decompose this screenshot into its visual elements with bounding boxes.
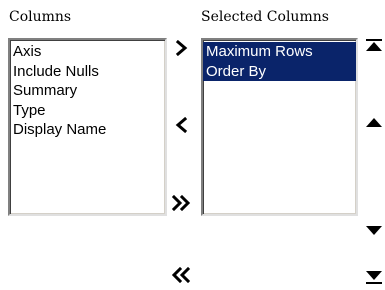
move-to-bottom-button[interactable] (366, 271, 382, 284)
move-up-button[interactable] (366, 118, 382, 128)
move-down-icon (366, 226, 382, 235)
available-column-item[interactable]: Include Nulls (10, 62, 165, 82)
selected-column-item[interactable]: Order By (203, 61, 356, 81)
available-column-item[interactable]: Display Name (10, 120, 165, 140)
available-column-item[interactable]: Type (10, 101, 165, 121)
available-column-item[interactable]: Axis (10, 42, 165, 62)
chevron-left-icon (175, 117, 187, 133)
move-up-icon (366, 118, 382, 127)
selected-column-item[interactable]: Maximum Rows (203, 42, 356, 62)
move-down-button[interactable] (366, 226, 382, 236)
selected-columns-heading: Selected Columns (201, 9, 329, 25)
move-to-top-button[interactable] (366, 39, 382, 53)
chevron-right-icon (176, 40, 188, 56)
double-chevron-left-icon (172, 267, 191, 283)
add-all-columns-button[interactable] (172, 195, 192, 211)
remove-all-columns-button[interactable] (172, 267, 192, 283)
available-column-item[interactable]: Summary (10, 81, 165, 101)
available-columns-listbox[interactable]: Axis Include Nulls Summary Type Display … (8, 38, 167, 216)
move-to-bottom-icon (366, 271, 382, 284)
add-column-button[interactable] (176, 40, 188, 56)
move-to-top-icon (366, 39, 382, 51)
available-columns-heading: Columns (9, 9, 72, 25)
double-chevron-right-icon (172, 195, 191, 211)
remove-column-button[interactable] (175, 117, 187, 133)
selected-columns-listbox[interactable]: Maximum Rows Order By (201, 38, 358, 216)
